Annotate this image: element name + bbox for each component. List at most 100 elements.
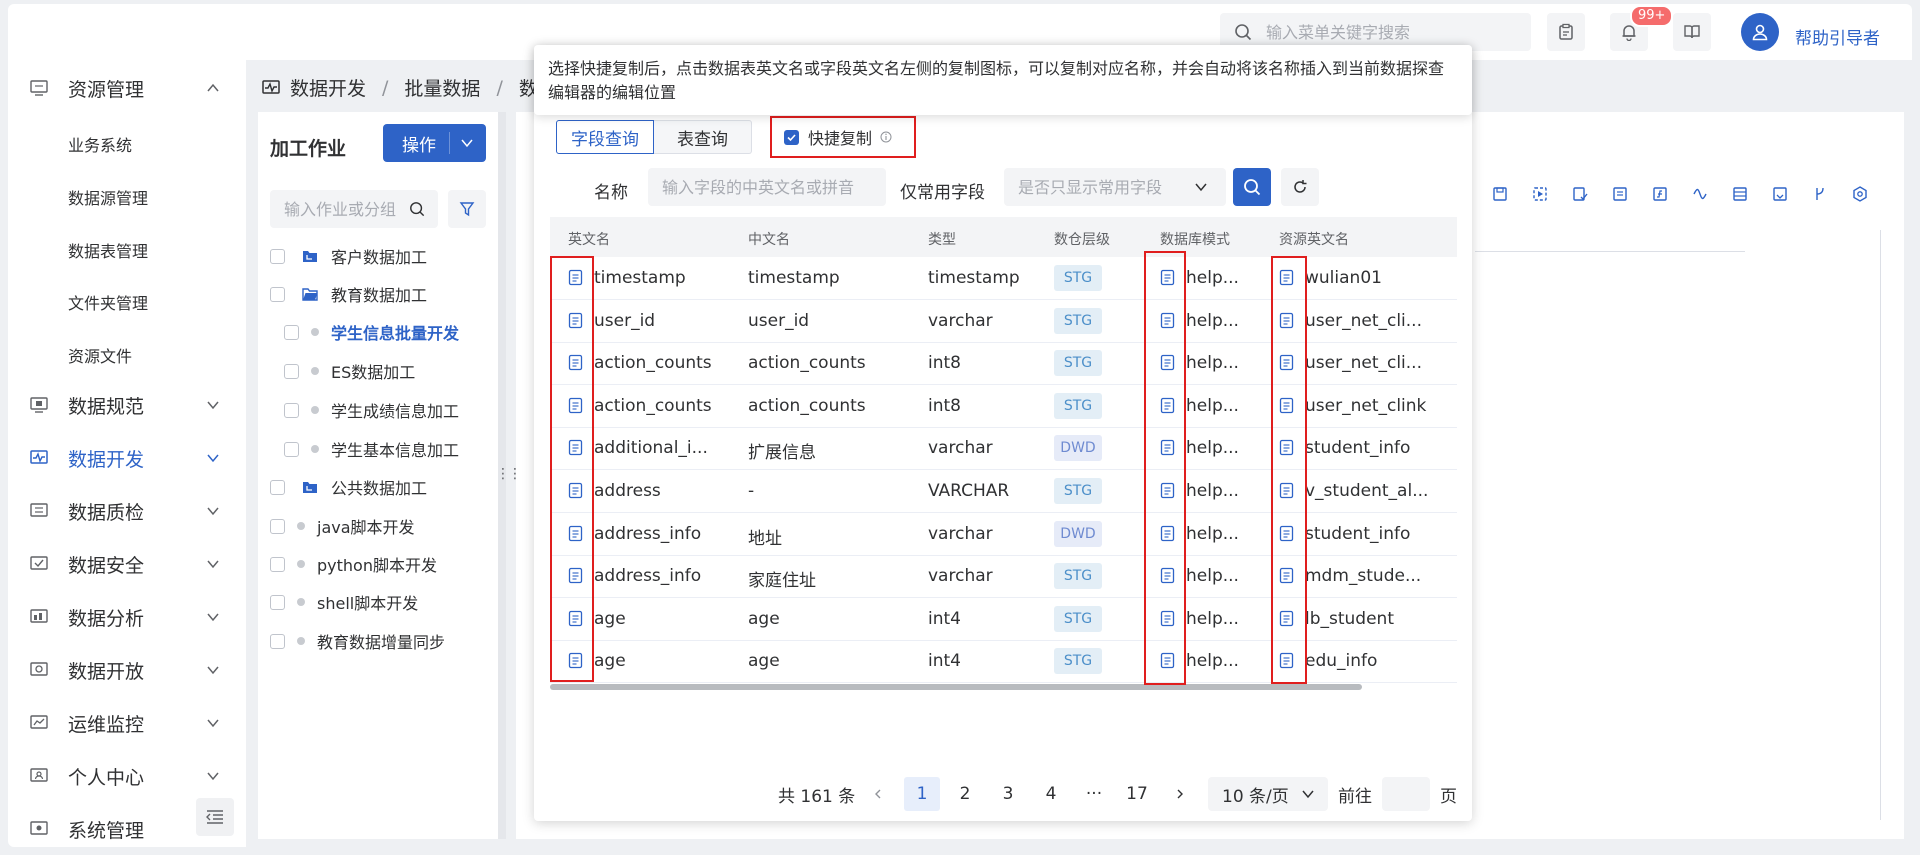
name-search[interactable] (648, 168, 886, 206)
format-icon[interactable] (1600, 186, 1640, 202)
column-header[interactable]: 资源英文名 (1279, 229, 1349, 249)
checkbox[interactable] (284, 441, 299, 457)
checkbox-checked[interactable] (784, 129, 799, 145)
run-icon[interactable] (1520, 186, 1560, 202)
tree-folder[interactable]: 公共数据加工 (270, 475, 427, 499)
prev-page-button[interactable] (868, 777, 888, 811)
goto-label: 前往 (1338, 786, 1372, 807)
common-field-select[interactable] (1004, 168, 1226, 206)
name-search-input[interactable] (662, 177, 872, 197)
sidebar-item-business-system[interactable]: 业务系统 (68, 132, 132, 156)
search-button[interactable] (1233, 168, 1271, 206)
table-row[interactable]: address - VARCHAR STG help... v_student_al... (550, 470, 1457, 513)
menu-data-security[interactable]: 数据安全 (8, 544, 246, 584)
menu-personal-center[interactable]: 个人中心 (8, 756, 246, 796)
job-search-input[interactable] (284, 199, 409, 219)
column-header[interactable]: 数仓层级 (1054, 229, 1110, 249)
page-ellipsis[interactable]: ··· (1076, 777, 1112, 811)
column-header[interactable]: 类型 (928, 229, 956, 249)
table-row[interactable]: age age int4 STG help... edu_info (550, 640, 1457, 684)
check-icon[interactable] (1560, 186, 1600, 202)
horizontal-scrollbar[interactable] (550, 684, 1362, 690)
branch-icon[interactable] (1800, 186, 1840, 202)
column-header[interactable]: 数据库模式 (1160, 229, 1230, 249)
page-number[interactable]: 4 (1033, 777, 1069, 811)
search-icon (410, 202, 425, 217)
checkbox[interactable] (270, 594, 285, 610)
sidebar-item-resource-file[interactable]: 资源文件 (68, 343, 132, 367)
guide-book-button[interactable] (1673, 13, 1711, 51)
menu-ops-monitor[interactable]: 运维监控 (8, 703, 246, 743)
page-number[interactable]: 3 (990, 777, 1026, 811)
checkbox[interactable] (270, 633, 285, 649)
tree-item[interactable]: python脚本开发 (270, 552, 437, 576)
user-name[interactable]: 帮助引导者 (1795, 24, 1880, 49)
tree-item[interactable]: 教育数据增量同步 (270, 629, 445, 653)
page-number[interactable]: 17 (1119, 777, 1155, 811)
menu-data-quality[interactable]: 数据质检 (8, 491, 246, 531)
checkbox[interactable] (270, 286, 285, 302)
common-field-select-input[interactable] (1018, 177, 1188, 197)
sidebar-item-datasource[interactable]: 数据源管理 (68, 185, 148, 209)
menu-data-development[interactable]: 数据开发 (8, 438, 246, 478)
tree-item[interactable]: java脚本开发 (270, 514, 415, 538)
checkbox[interactable] (270, 556, 285, 572)
column-header[interactable]: 英文名 (568, 229, 610, 249)
page-size-select[interactable]: 10 条/页 (1208, 777, 1328, 811)
table-row[interactable]: address_info 地址 varchar DWD help... student_i… (550, 513, 1457, 556)
refresh-button[interactable] (1281, 168, 1319, 206)
table-row[interactable]: age age int4 STG help... lb_student (550, 598, 1457, 641)
tree-item[interactable]: 学生信息批量开发 (284, 320, 459, 344)
field-en-name: action_counts (594, 395, 712, 416)
filter-button[interactable] (448, 190, 486, 228)
table-row[interactable]: address_info 家庭住址 varchar STG help... mdm_stu… (550, 555, 1457, 599)
operation-button[interactable]: 操作 (383, 124, 486, 162)
tree-folder[interactable]: 教育数据加工 (270, 282, 427, 306)
lineage-icon[interactable] (1680, 186, 1720, 202)
export-icon[interactable] (1760, 186, 1800, 202)
tab-field-query[interactable]: 字段查询 (556, 120, 654, 154)
sidebar-item-folder[interactable]: 文件夹管理 (68, 290, 148, 314)
menu-resource-management[interactable]: 资源管理 (8, 68, 246, 108)
tree-item[interactable]: ES数据加工 (284, 359, 415, 383)
function-icon[interactable] (1640, 186, 1680, 202)
checkbox[interactable] (284, 363, 299, 379)
goto-page-input[interactable] (1382, 777, 1430, 811)
info-icon[interactable] (880, 131, 892, 143)
job-search[interactable] (270, 190, 438, 228)
sidebar-item-datatable[interactable]: 数据表管理 (68, 238, 148, 262)
table-row[interactable]: additional_i... 扩展信息 varchar DWD help... stud… (550, 427, 1457, 471)
column-header[interactable]: 中文名 (748, 229, 790, 249)
table-icon[interactable] (1720, 186, 1760, 202)
quick-copy-checkbox[interactable]: 快捷复制 (770, 116, 916, 158)
tree-item[interactable]: 学生成绩信息加工 (284, 398, 459, 422)
menu-search-input[interactable] (1266, 22, 1516, 42)
checkbox[interactable] (284, 324, 299, 340)
save-icon[interactable] (1480, 186, 1520, 202)
page-number[interactable]: 1 (904, 777, 940, 811)
avatar[interactable] (1741, 13, 1779, 51)
breadcrumb-item[interactable]: 数据开发 (290, 74, 366, 101)
menu-data-analysis[interactable]: 数据分析 (8, 597, 246, 637)
table-row[interactable]: action_counts action_counts int8 STG help...… (550, 342, 1457, 386)
settings-icon[interactable] (1840, 186, 1880, 202)
tree-item[interactable]: 学生基本信息加工 (284, 437, 459, 461)
breadcrumb-item[interactable]: 批量数据 (404, 74, 480, 101)
table-row[interactable]: user_id user_id varchar STG help... user_net_… (550, 300, 1457, 343)
checkbox[interactable] (270, 479, 285, 495)
checkbox[interactable] (270, 248, 285, 264)
page-number[interactable]: 2 (947, 777, 983, 811)
tree-folder[interactable]: 客户数据加工 (270, 244, 427, 268)
tab-table-query[interactable]: 表查询 (654, 120, 752, 154)
table-row[interactable]: action_counts action_counts int8 STG help...… (550, 385, 1457, 428)
checkbox[interactable] (270, 518, 285, 534)
tree-item[interactable]: shell脚本开发 (270, 590, 418, 614)
notification-button[interactable]: 99+ (1610, 5, 1674, 51)
checkbox[interactable] (284, 402, 299, 418)
table-row[interactable]: timestamp timestamp timestamp STG help... wul… (550, 257, 1457, 300)
next-page-button[interactable] (1170, 777, 1190, 811)
collapse-sidebar-button[interactable] (196, 798, 234, 836)
clipboard-button[interactable] (1547, 13, 1585, 51)
menu-data-standard[interactable]: 数据规范 (8, 385, 246, 425)
menu-data-open[interactable]: 数据开放 (8, 650, 246, 690)
